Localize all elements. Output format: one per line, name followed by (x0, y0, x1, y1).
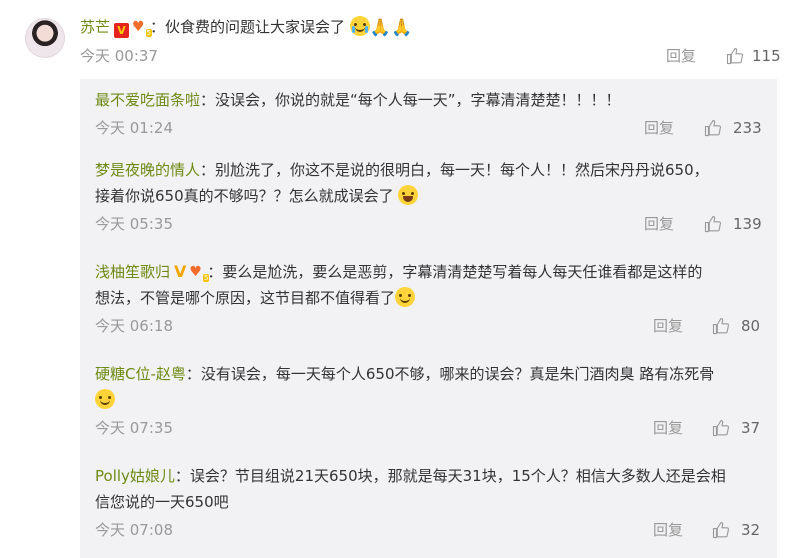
like-icon[interactable] (704, 119, 722, 137)
timestamp: 今天 01:24 (95, 119, 173, 137)
reply-username[interactable]: 最不爱吃面条啦 (95, 91, 200, 109)
reply-item: 最不爱吃面条啦：没误会，你说的就是“每个人每一天”，字幕清清楚楚！！！！ 今天 … (95, 87, 767, 141)
reply-meta: 今天 01:24 回复 233 (95, 115, 767, 141)
verified-badge-icon: V (114, 23, 130, 38)
replies-container: 最不爱吃面条啦：没误会，你说的就是“每个人每一天”，字幕清清楚楚！！！！ 今天 … (80, 79, 777, 558)
reply-item: Polly姑娘儿：误会？节目组说21天650块，那就是每天31块，15个人？相信… (95, 463, 767, 543)
reply-text: ：要么是尬洗，要么是恶剪，字幕清清楚楚写着每人每天任谁看都是这样的 (207, 263, 703, 281)
like-icon[interactable] (712, 419, 730, 437)
reply-text: ：没有误会，每一天每个人650不够，哪来的误会？真是朱门酒肉臭 路有冻死骨 (185, 365, 715, 383)
avatar[interactable] (25, 18, 65, 58)
reply-item: 梦是夜晚的情人：别尬洗了，你这不是说的很明白，每一天！每个人！！然后宋丹丹说65… (95, 157, 767, 237)
like-icon[interactable] (704, 215, 722, 233)
like-count: 139 (733, 215, 762, 233)
like-icon[interactable] (712, 521, 730, 539)
reply-username[interactable]: 浅柚笙歌归 (95, 263, 170, 281)
username[interactable]: 苏芒 (80, 18, 110, 36)
timestamp: 今天 06:18 (95, 317, 173, 335)
crying-emoji-icon (349, 16, 370, 36)
timestamp: 今天 00:37 (80, 47, 158, 65)
reply-button[interactable]: 回复 (653, 313, 683, 339)
comment-text: ：伙食费的问题让大家误会了 (150, 18, 346, 36)
reply-button[interactable]: 回复 (666, 43, 696, 69)
fan-badge-icon: ♥ 5 (189, 264, 210, 282)
like-count: 37 (741, 419, 761, 437)
reply-button[interactable]: 回复 (653, 517, 683, 543)
smiling-emoji-icon (395, 287, 416, 307)
main-comment: 苏芒 V ♥ 5 ：伙食费的问题让大家误会了 🙏🙏 今天 00:37 回复 115 (80, 14, 781, 69)
verified-badge-icon: V (174, 262, 187, 281)
praying-hands-icon: 🙏 (390, 18, 413, 38)
timestamp: 今天 07:08 (95, 521, 173, 539)
like-icon[interactable] (726, 47, 744, 65)
like-count: 80 (741, 317, 761, 335)
reply-text: 信您说的一天650吧 (95, 493, 229, 511)
timestamp: 今天 05:35 (95, 215, 173, 233)
reply-button[interactable]: 回复 (653, 415, 683, 441)
laughing-emoji-icon (398, 185, 419, 205)
like-count: 233 (733, 119, 762, 137)
reply-text: ：误会？节目组说21天650块，那就是每天31块，15个人？相信大多数人还是会相 (174, 467, 726, 485)
reply-item: 硬糖C位-赵粤：没有误会，每一天每个人650不够，哪来的误会？真是朱门酒肉臭 路… (95, 361, 767, 441)
reply-text: 想法，不管是哪个原因，这节目都不值得看了 (95, 289, 396, 307)
reply-text: ：别尬洗了，你这不是说的很明白，每一天！每个人！！然后宋丹丹说650， (200, 161, 709, 179)
main-comment-text-line: 苏芒 V ♥ 5 ：伙食费的问题让大家误会了 🙏🙏 (80, 14, 776, 40)
reply-meta: 今天 07:08 回复 32 (95, 517, 767, 543)
reply-username[interactable]: 硬糖C位-赵粤 (95, 365, 186, 383)
reply-text: ：没误会，你说的就是“每个人每一天”，字幕清清楚楚！！！！ (200, 91, 621, 109)
reply-meta: 今天 07:35 回复 37 (95, 415, 767, 441)
reply-button[interactable]: 回复 (644, 115, 674, 141)
like-icon[interactable] (712, 317, 730, 335)
comment-meta: 今天 00:37 回复 115 (80, 43, 781, 69)
timestamp: 今天 07:35 (95, 419, 173, 437)
reply-meta: 今天 05:35 回复 139 (95, 211, 767, 237)
like-count: 115 (752, 47, 781, 65)
reply-item: 浅柚笙歌归 V ♥ 5 ：要么是尬洗，要么是恶剪，字幕清清楚楚写着每人每天任谁看都是这样… (95, 259, 767, 339)
fan-badge-icon: ♥ 5 (132, 19, 153, 37)
reply-username[interactable]: 梦是夜晚的情人 (95, 161, 200, 179)
reply-text: 接着你说650真的不够吗？？怎么就成误会了 (95, 187, 394, 205)
praying-hands-icon: 🙏 (369, 18, 391, 38)
reply-button[interactable]: 回复 (644, 211, 674, 237)
smiling-emoji-icon (95, 389, 115, 409)
reply-meta: 今天 06:18 回复 80 (95, 313, 767, 339)
like-count: 32 (741, 521, 761, 539)
reply-username[interactable]: Polly姑娘儿 (95, 467, 175, 485)
